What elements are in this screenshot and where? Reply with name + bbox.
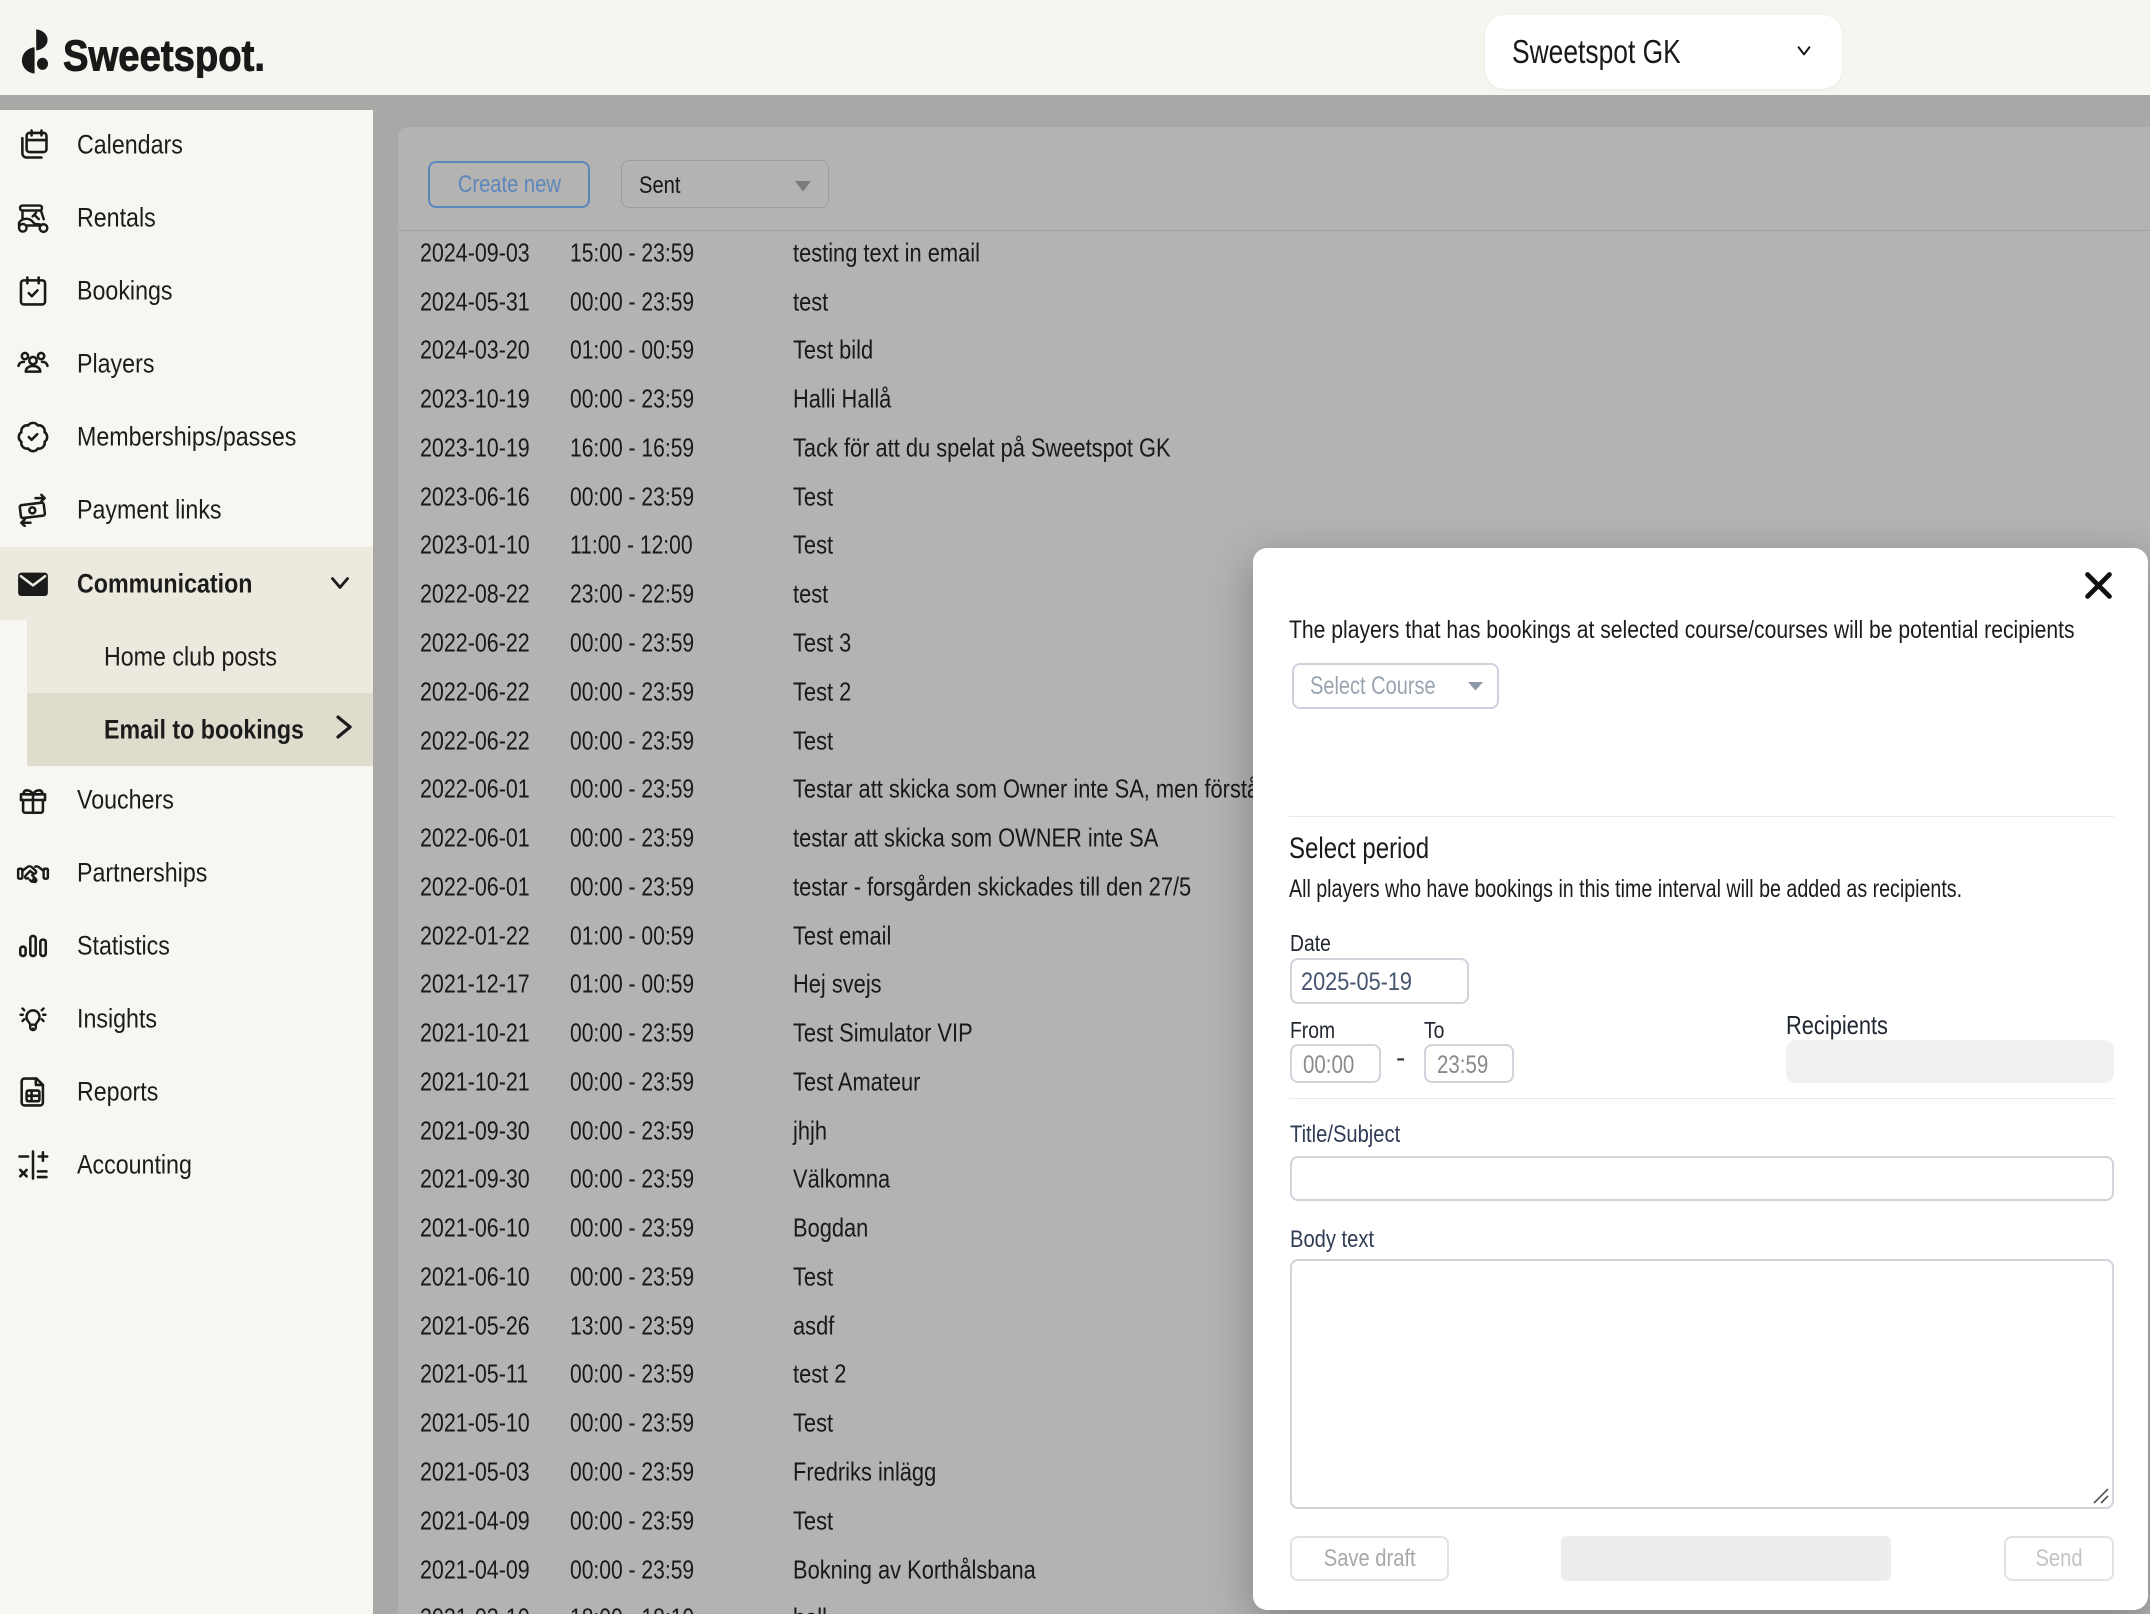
svg-text:Sweetspot.: Sweetspot. xyxy=(63,31,265,78)
